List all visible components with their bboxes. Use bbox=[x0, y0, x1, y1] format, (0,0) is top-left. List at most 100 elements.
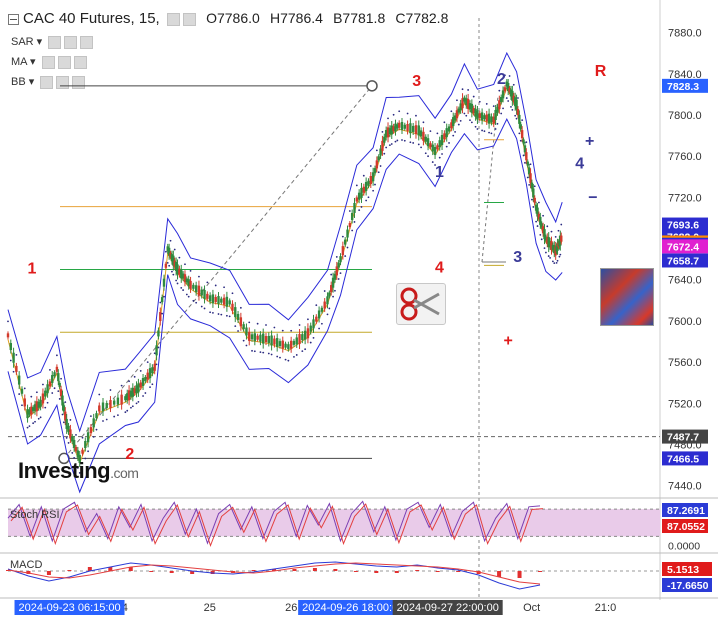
candle-body bbox=[109, 400, 112, 409]
sar-dot bbox=[262, 351, 265, 354]
sar-dot bbox=[65, 437, 68, 439]
macd-histogram-bar bbox=[456, 571, 461, 572]
sar-dot bbox=[412, 142, 415, 144]
sar-dot bbox=[417, 143, 420, 146]
sar-dot bbox=[344, 255, 347, 257]
sar-dot bbox=[120, 384, 123, 387]
sar-dot bbox=[71, 452, 74, 454]
candle-body bbox=[360, 187, 363, 198]
sar-dot bbox=[279, 356, 281, 359]
wave-annotation: 4 bbox=[575, 156, 584, 173]
sar-dot bbox=[467, 89, 470, 91]
sar-dot bbox=[234, 325, 237, 328]
price-tick-label: 7560.0 bbox=[668, 357, 702, 369]
sar-dot bbox=[15, 353, 18, 356]
candle-body bbox=[343, 239, 347, 245]
candle-body bbox=[72, 439, 76, 448]
sar-dot bbox=[58, 398, 61, 400]
candle-body bbox=[231, 303, 234, 311]
rsi-tick-label: 0.0000 bbox=[668, 540, 700, 552]
sar-dot bbox=[406, 112, 409, 115]
sar-dot bbox=[89, 415, 92, 417]
wave-annotation: + bbox=[504, 333, 513, 350]
candle-body bbox=[516, 109, 520, 116]
sar-dot bbox=[315, 304, 318, 307]
candle-body bbox=[406, 123, 409, 131]
sar-dot bbox=[409, 141, 412, 144]
sar-dot bbox=[547, 255, 550, 257]
rsi-title: Stoch RSI bbox=[10, 509, 60, 521]
candle-body bbox=[146, 372, 149, 380]
candle-body bbox=[278, 341, 282, 347]
sar-dot bbox=[398, 110, 401, 113]
sar-dot bbox=[427, 155, 429, 158]
sar-dot bbox=[64, 401, 67, 404]
sar-dot bbox=[128, 380, 130, 383]
candle-body bbox=[48, 381, 52, 387]
sar-dot bbox=[535, 220, 538, 223]
sar-dot bbox=[81, 436, 84, 439]
image-thumbnail[interactable] bbox=[600, 268, 654, 326]
sar-dot bbox=[492, 105, 495, 108]
sar-dot bbox=[187, 295, 190, 298]
sar-dot bbox=[555, 261, 558, 264]
sar-dot bbox=[184, 263, 186, 266]
candle-body bbox=[120, 394, 123, 405]
candle-body bbox=[273, 338, 276, 345]
sar-dot bbox=[281, 329, 284, 332]
candle-body bbox=[289, 340, 293, 349]
sar-dot bbox=[62, 421, 65, 424]
sar-dot bbox=[529, 163, 532, 166]
sar-dot bbox=[98, 393, 101, 396]
sar-dot bbox=[502, 107, 504, 110]
candle-body bbox=[303, 330, 307, 340]
sar-dot bbox=[367, 196, 370, 199]
sar-dot bbox=[524, 161, 526, 164]
sar-dot bbox=[312, 336, 315, 339]
candle-body bbox=[518, 114, 521, 124]
sar-dot bbox=[546, 225, 549, 228]
sar-dot bbox=[87, 450, 90, 453]
candle-body bbox=[264, 336, 268, 343]
price-tick-label: 7520.0 bbox=[668, 398, 702, 410]
candle-body bbox=[23, 398, 26, 407]
candle-body bbox=[53, 372, 56, 377]
sar-dot bbox=[267, 352, 270, 355]
price-tick-label: 7600.0 bbox=[668, 316, 702, 328]
sar-dot bbox=[392, 113, 395, 116]
candle-body bbox=[306, 328, 310, 339]
candle-body bbox=[139, 382, 142, 388]
sar-dot bbox=[195, 301, 198, 304]
sar-dot bbox=[362, 174, 365, 177]
sar-dot bbox=[304, 348, 307, 351]
sar-dot bbox=[169, 239, 172, 242]
sar-dot bbox=[35, 391, 38, 394]
candle-body bbox=[148, 368, 152, 379]
sar-dot bbox=[242, 339, 245, 342]
scissors-icon[interactable] bbox=[396, 283, 446, 325]
sar-dot bbox=[248, 321, 251, 324]
candle-body bbox=[312, 319, 315, 329]
candle-body bbox=[92, 418, 95, 428]
candle-body bbox=[533, 197, 536, 203]
sar-dot bbox=[131, 405, 134, 408]
candle-body bbox=[160, 297, 164, 303]
sar-dot bbox=[511, 108, 514, 111]
candle-body bbox=[9, 343, 12, 351]
sar-dot bbox=[385, 146, 388, 149]
sar-dot bbox=[478, 100, 481, 103]
wave-annotation: + bbox=[585, 133, 594, 150]
sar-dot bbox=[332, 295, 334, 298]
sar-dot bbox=[372, 189, 375, 192]
sar-dot bbox=[441, 153, 443, 155]
candle-body bbox=[159, 312, 162, 322]
wave-annotation: 1 bbox=[28, 261, 37, 278]
sar-dot bbox=[273, 326, 276, 329]
sar-dot bbox=[500, 112, 503, 115]
candle-body bbox=[369, 176, 372, 185]
candle-body bbox=[61, 395, 64, 406]
sar-dot bbox=[149, 386, 151, 389]
macd-histogram-bar bbox=[251, 570, 256, 571]
time-tick-label: 25 bbox=[204, 602, 216, 614]
sar-dot bbox=[351, 229, 354, 232]
